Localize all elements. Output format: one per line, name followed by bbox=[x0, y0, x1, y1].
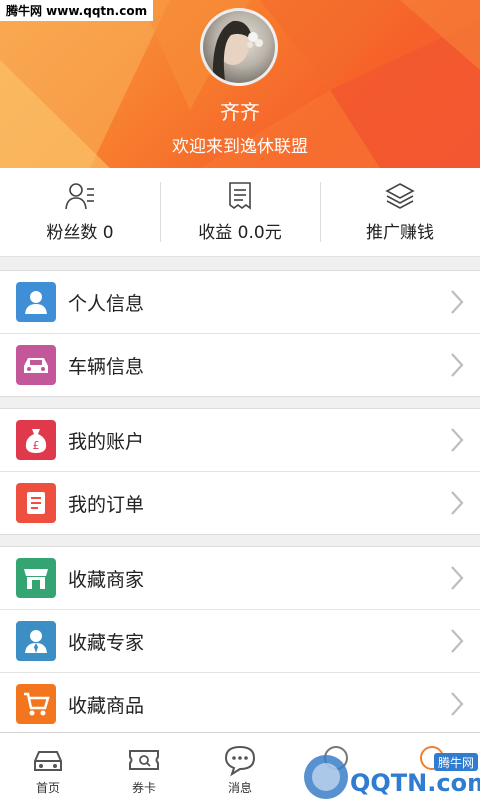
tab-label: 券卡 bbox=[131, 781, 156, 795]
money-bag-icon: £ bbox=[16, 420, 56, 460]
menu-item-label: 我的账户 bbox=[68, 430, 145, 453]
chevron-right-icon bbox=[451, 428, 464, 452]
chevron-right-icon bbox=[451, 629, 464, 653]
tab-label: 首页 bbox=[35, 781, 60, 795]
tab-coupons[interactable]: 券卡 bbox=[96, 733, 192, 801]
message-icon bbox=[224, 745, 256, 777]
menu-item-label: 收藏商品 bbox=[68, 694, 145, 717]
tab-label: 消息 bbox=[227, 781, 252, 795]
chevron-right-icon bbox=[451, 491, 464, 515]
ticket-icon bbox=[129, 750, 159, 770]
order-icon bbox=[16, 483, 56, 523]
stats-bar: 粉丝数 0 收益 0.0元 推广赚钱 bbox=[0, 168, 480, 257]
receipt-icon bbox=[229, 181, 251, 210]
tab-messages[interactable]: 消息 bbox=[192, 733, 288, 801]
menu-item-my-account[interactable]: £ 我的账户 bbox=[0, 409, 480, 471]
layers-icon bbox=[385, 182, 415, 209]
menu-item-fav-products[interactable]: 收藏商品 bbox=[0, 672, 480, 735]
avatar-photo bbox=[212, 20, 263, 81]
qqtn-logo-watermark: QQTN.com 腾牛网 bbox=[304, 753, 480, 799]
expert-icon bbox=[16, 621, 56, 661]
income-stat[interactable]: 收益 0.0元 bbox=[160, 168, 320, 256]
fans-label: 粉丝数 0 bbox=[46, 222, 114, 243]
chevron-right-icon bbox=[451, 566, 464, 590]
watermark-text: 腾牛网 www.qqtn.com bbox=[0, 0, 154, 21]
user-list-icon bbox=[65, 182, 94, 209]
tab-home[interactable]: 首页 bbox=[0, 733, 96, 801]
menu-item-label: 收藏专家 bbox=[68, 631, 145, 654]
menu-item-fav-experts[interactable]: 收藏专家 bbox=[0, 609, 480, 672]
fans-stat[interactable]: 粉丝数 0 bbox=[0, 168, 160, 256]
store-icon bbox=[16, 558, 56, 598]
promote-label: 推广赚钱 bbox=[366, 222, 434, 243]
profile-header: 腾牛网 www.qqtn.com 齐齐 欢迎来到逸休联盟 bbox=[0, 0, 480, 168]
person-icon bbox=[16, 282, 56, 322]
menu-item-vehicle-info[interactable]: 车辆信息 bbox=[0, 333, 480, 396]
menu-item-my-orders[interactable]: 我的订单 bbox=[0, 471, 480, 534]
chevron-right-icon bbox=[451, 290, 464, 314]
menu-group-account: £ 我的账户 我的订单 bbox=[0, 408, 480, 535]
menu-group-profile: 个人信息 车辆信息 bbox=[0, 270, 480, 397]
menu-item-label: 我的订单 bbox=[68, 493, 145, 516]
menu-item-personal-info[interactable]: 个人信息 bbox=[0, 271, 480, 333]
username: 齐齐 bbox=[220, 100, 260, 124]
menu-item-label: 收藏商家 bbox=[68, 568, 145, 591]
bottom-tab-bar: 首页 券卡 消息 QQTN.com 腾牛网 bbox=[0, 732, 480, 801]
menu-item-fav-stores[interactable]: 收藏商家 bbox=[0, 547, 480, 609]
chevron-right-icon bbox=[451, 692, 464, 716]
car-tab-icon bbox=[34, 751, 62, 771]
logo-subtext: 腾牛网 bbox=[438, 755, 474, 770]
avatar[interactable] bbox=[200, 8, 278, 86]
svg-text:£: £ bbox=[33, 439, 40, 452]
menu-group-favorites: 收藏商家 收藏专家 收藏商品 bbox=[0, 546, 480, 736]
income-label: 收益 0.0元 bbox=[198, 222, 282, 243]
logo-text: QQTN.com bbox=[350, 769, 480, 797]
chevron-right-icon bbox=[451, 353, 464, 377]
promote-stat[interactable]: 推广赚钱 bbox=[320, 168, 480, 256]
welcome-text: 欢迎来到逸休联盟 bbox=[172, 137, 308, 157]
car-icon bbox=[16, 345, 56, 385]
menu-item-label: 车辆信息 bbox=[68, 355, 145, 378]
menu-item-label: 个人信息 bbox=[68, 292, 145, 315]
cart-icon bbox=[16, 684, 56, 724]
